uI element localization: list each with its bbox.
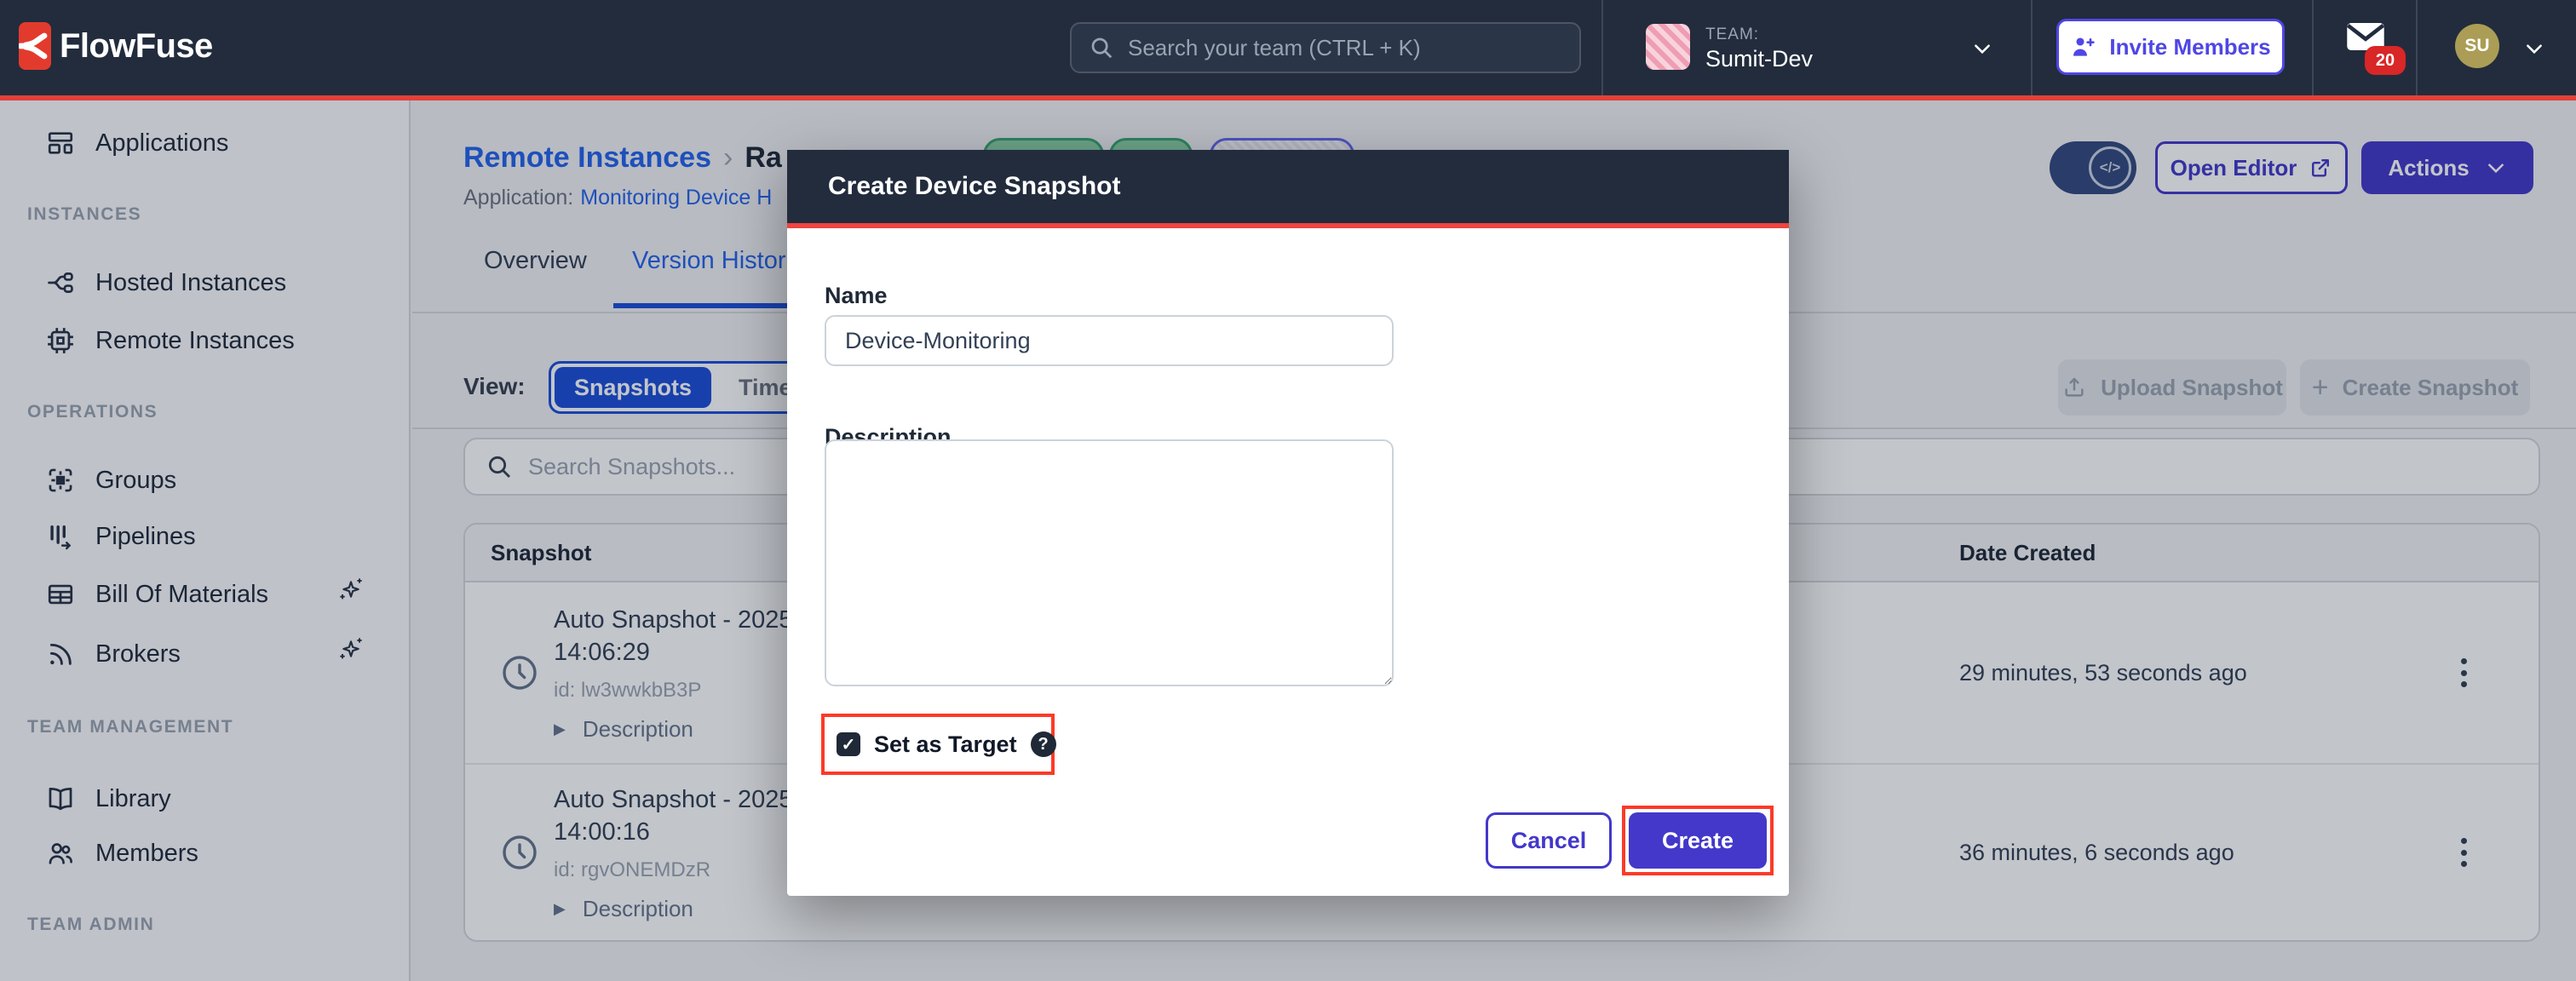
create-button-annotation: Create (1622, 806, 1774, 875)
team-name[interactable]: Sumit-Dev (1705, 46, 1813, 72)
name-input[interactable] (825, 315, 1394, 366)
flowfuse-logo-icon[interactable] (19, 22, 51, 70)
notification-count-badge: 20 (2365, 46, 2406, 75)
team-search-input[interactable] (1128, 35, 1537, 61)
create-button[interactable]: Create (1629, 812, 1767, 869)
brand-title: FlowFuse (60, 27, 213, 66)
set-as-target-label: Set as Target (874, 731, 1017, 758)
notifications-button[interactable]: 20 (2346, 22, 2407, 77)
team-search-box[interactable] (1070, 22, 1581, 73)
user-plus-icon (2070, 33, 2097, 60)
navbar-divider (2416, 0, 2418, 95)
set-as-target-checkbox[interactable]: ✓ (837, 732, 860, 756)
description-textarea[interactable] (825, 439, 1394, 686)
user-menu-chevron-down-icon[interactable] (2523, 37, 2545, 60)
team-avatar[interactable] (1646, 24, 1690, 70)
invite-members-button[interactable]: Invite Members (2056, 19, 2285, 75)
cancel-button[interactable]: Cancel (1486, 812, 1612, 869)
flowfuse-app: FlowFuse TEAM: Sumit-Dev Invite Members … (0, 0, 2576, 981)
create-device-snapshot-modal: Create Device Snapshot Name Description … (787, 150, 1789, 896)
help-icon[interactable]: ? (1031, 731, 1056, 757)
search-icon (1089, 35, 1114, 60)
user-avatar[interactable]: SU (2455, 24, 2499, 68)
navbar-divider (2312, 0, 2314, 95)
navbar-divider (1601, 0, 1603, 95)
top-navbar: FlowFuse TEAM: Sumit-Dev Invite Members … (0, 0, 2576, 95)
invite-members-label: Invite Members (2109, 34, 2270, 60)
set-as-target-annotation: ✓ Set as Target ? (821, 714, 1055, 775)
team-chevron-down-icon[interactable] (1971, 37, 1993, 60)
navbar-divider (2031, 0, 2033, 95)
name-label: Name (825, 283, 888, 309)
modal-header: Create Device Snapshot (787, 150, 1789, 228)
modal-title: Create Device Snapshot (828, 172, 1120, 201)
team-label: TEAM: (1705, 26, 1759, 44)
